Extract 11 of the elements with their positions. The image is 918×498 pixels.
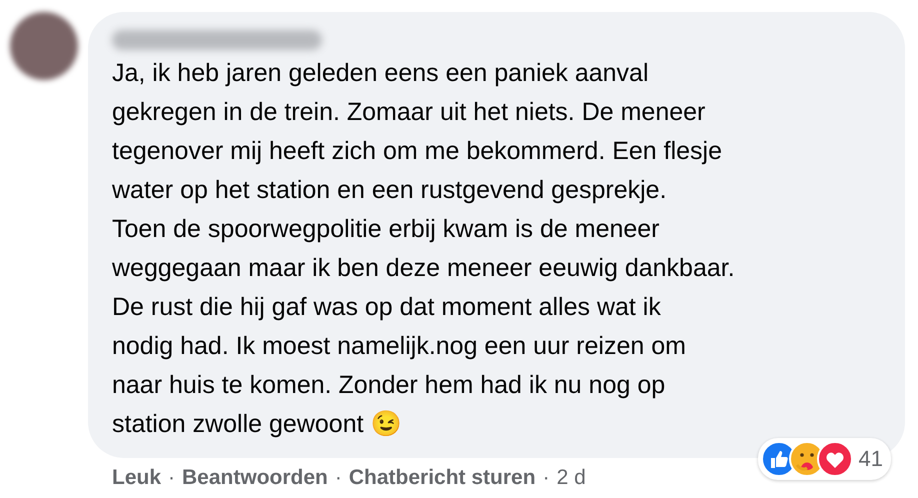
comment-text: Ja, ik heb jaren geleden eens een paniek aanval gekregen in de trein. Zomaar uit het niets. De meneer tegenover mij heeft zich om me bekommerd. Een flesje water op het station en een rustgevend gesprekje. Toen de spoorwegpolitie erbij kwam is de meneer weggegaan maar ik ben deze meneer eeuwig dankbaar. De rust die hij gaf was op dat moment alles wat ik nodig had. Ik moest namelijk.nog een uur reizen om naar huis te komen. Zonder hem had ik nu nog op station zwolle gewoont 😉	[112, 58, 736, 440]
timestamp[interactable]: 2 d	[556, 466, 586, 490]
separator: ·	[542, 466, 550, 490]
separator: ·	[168, 466, 176, 490]
action-link[interactable]: Chatbericht sturen	[348, 466, 536, 490]
separator: ·	[334, 466, 342, 490]
action-link[interactable]: Leuk	[112, 466, 162, 490]
action-link[interactable]: Beantwoorden	[182, 466, 328, 490]
avatar[interactable]	[10, 12, 78, 80]
reactions-summary[interactable]: 41	[758, 438, 891, 480]
reaction-count: 41	[858, 446, 883, 472]
